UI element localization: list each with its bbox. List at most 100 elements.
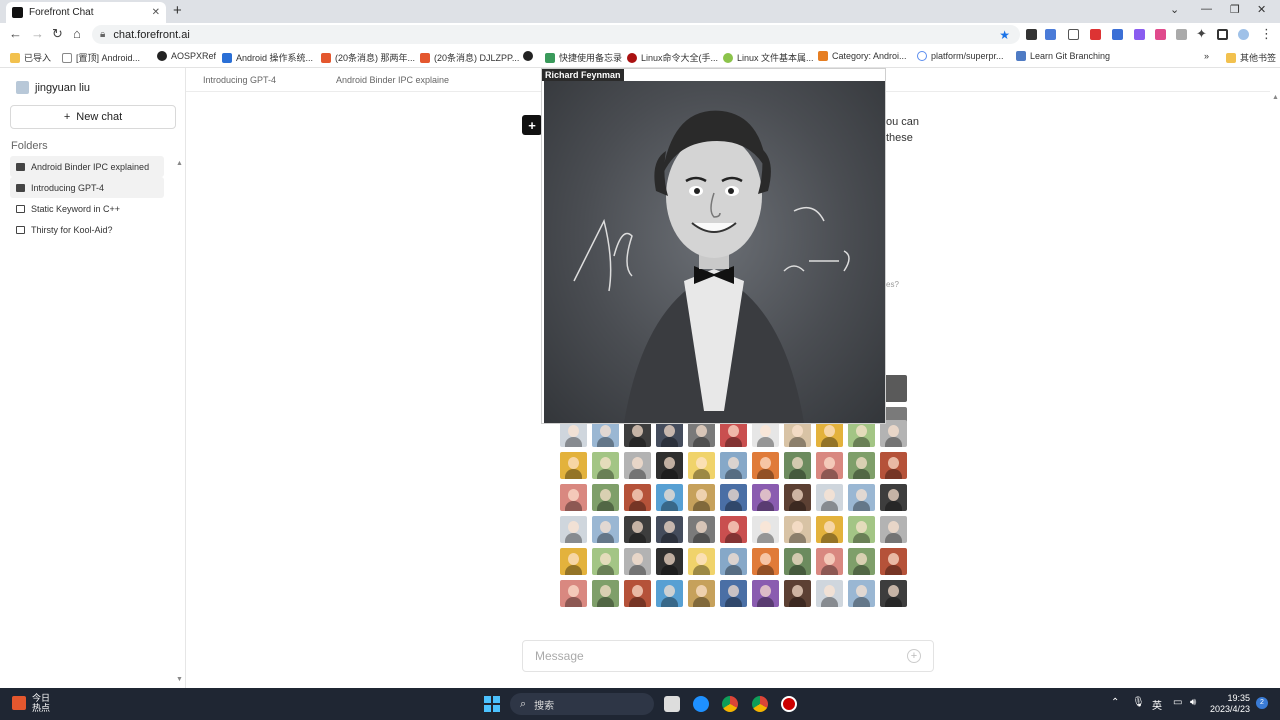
notification-icon[interactable]: 2 — [1256, 697, 1268, 709]
record-icon[interactable] — [781, 696, 797, 712]
widgets-button[interactable]: 今日 热点 — [12, 693, 50, 713]
microphone-icon[interactable]: 🎙︎ — [1132, 697, 1145, 708]
minimize-icon[interactable]: — — [1201, 3, 1212, 15]
character-avatar[interactable] — [784, 452, 811, 479]
extension-icon[interactable] — [1026, 29, 1037, 40]
character-avatar[interactable] — [592, 580, 619, 607]
extension-icon[interactable] — [1112, 29, 1123, 40]
character-avatar[interactable] — [656, 452, 683, 479]
extension-icon[interactable] — [1155, 29, 1166, 40]
character-avatar[interactable] — [656, 580, 683, 607]
character-avatar[interactable] — [752, 484, 779, 511]
scroll-up-icon[interactable]: ▲ — [1272, 94, 1279, 101]
taskbar-search[interactable]: ⌕ 搜索 — [510, 693, 654, 715]
character-avatar[interactable] — [688, 548, 715, 575]
character-avatar[interactable] — [816, 420, 843, 447]
character-avatar[interactable] — [720, 452, 747, 479]
character-avatar[interactable] — [656, 484, 683, 511]
tray-chevron-icon[interactable]: ⌃ — [1111, 697, 1119, 708]
character-avatar[interactable] — [816, 548, 843, 575]
scroll-down-icon[interactable]: ▼ — [176, 676, 183, 683]
character-avatar[interactable] — [816, 580, 843, 607]
character-avatar[interactable] — [784, 516, 811, 543]
conversation-item[interactable]: Thirsty for Kool-Aid? — [10, 219, 164, 240]
character-avatar[interactable] — [880, 452, 907, 479]
profile-avatar-icon[interactable] — [1238, 29, 1249, 40]
character-avatar[interactable] — [624, 580, 651, 607]
character-avatar[interactable] — [624, 516, 651, 543]
send-plus-icon[interactable]: + — [907, 649, 921, 663]
character-avatar[interactable] — [880, 484, 907, 511]
character-avatar[interactable] — [688, 580, 715, 607]
character-avatar[interactable] — [848, 484, 875, 511]
back-icon[interactable]: ← — [9, 26, 22, 41]
character-avatar[interactable] — [752, 580, 779, 607]
restore-icon[interactable]: ❐ — [1230, 3, 1240, 16]
scroll-up-icon[interactable]: ▲ — [176, 160, 183, 167]
bookmark-item[interactable]: 其他书签 — [1226, 51, 1276, 64]
character-avatar[interactable] — [592, 548, 619, 575]
network-icon[interactable]: ▭ — [1173, 697, 1182, 708]
character-avatar[interactable] — [880, 420, 907, 447]
bookmark-item[interactable]: Category: Androi... — [818, 51, 907, 61]
character-avatar[interactable] — [656, 548, 683, 575]
browser-tab[interactable]: Forefront Chat ✕ — [6, 2, 166, 23]
character-avatar[interactable] — [560, 420, 587, 447]
side-panel-icon[interactable] — [1217, 29, 1228, 40]
extension-icon[interactable] — [1045, 29, 1056, 40]
character-avatar[interactable] — [720, 484, 747, 511]
bookmark-item[interactable]: 快捷使用备忘录 — [545, 51, 622, 64]
main-scrollbar[interactable]: ▲ — [1270, 92, 1280, 688]
bookmarks-overflow-icon[interactable]: » — [1204, 51, 1209, 61]
character-avatar[interactable] — [848, 516, 875, 543]
bookmark-item[interactable]: 已导入 — [10, 51, 51, 64]
chat-tab[interactable]: Introducing GPT-4 — [203, 75, 276, 85]
conversation-item[interactable]: Static Keyword in C++ — [10, 198, 164, 219]
character-avatar[interactable] — [784, 420, 811, 447]
home-icon[interactable]: ⌂ — [73, 26, 81, 41]
bookmark-star-icon[interactable]: ★ — [999, 28, 1010, 42]
conversation-item[interactable]: Introducing GPT-4 — [10, 177, 164, 198]
character-avatar[interactable] — [624, 420, 651, 447]
character-avatar[interactable] — [816, 452, 843, 479]
character-avatar[interactable] — [656, 420, 683, 447]
character-avatar[interactable] — [688, 484, 715, 511]
character-avatar[interactable] — [848, 452, 875, 479]
character-avatar[interactable] — [688, 516, 715, 543]
character-avatar[interactable] — [720, 420, 747, 447]
character-avatar[interactable] — [560, 548, 587, 575]
address-bar[interactable]: 🔒︎ chat.forefront.ai ★ — [92, 25, 1020, 44]
character-avatar[interactable] — [592, 516, 619, 543]
character-avatar[interactable] — [720, 516, 747, 543]
character-avatar[interactable] — [752, 516, 779, 543]
bookmark-item[interactable]: (20条消息) 那两年... — [321, 51, 415, 64]
character-avatar[interactable] — [880, 580, 907, 607]
character-avatar[interactable] — [560, 580, 587, 607]
character-avatar[interactable] — [624, 484, 651, 511]
taskbar-clock[interactable]: 19:35 2023/4/23 — [1208, 693, 1250, 715]
extension-icon[interactable] — [1068, 29, 1079, 40]
bookmark-item[interactable]: (20条消息) DJLZPP... — [420, 51, 519, 64]
tab-search-chevron-icon[interactable]: ⌄ — [1170, 3, 1179, 16]
extensions-puzzle-icon[interactable]: ✦ — [1196, 26, 1207, 42]
windows-start-icon[interactable] — [484, 696, 500, 712]
menu-dots-icon[interactable]: ⋮ — [1260, 26, 1273, 42]
new-chat-button[interactable]: + New chat — [10, 105, 176, 129]
extension-icon[interactable] — [1176, 29, 1187, 40]
character-avatar[interactable] — [624, 452, 651, 479]
add-character-icon[interactable]: + — [522, 115, 542, 135]
character-avatar[interactable] — [816, 484, 843, 511]
volume-icon[interactable]: 🔊︎ — [1190, 697, 1196, 708]
character-avatar[interactable] — [688, 420, 715, 447]
bookmark-item[interactable]: AOSPXRef — [157, 51, 216, 61]
extension-icon[interactable] — [1090, 29, 1101, 40]
character-avatar[interactable] — [816, 516, 843, 543]
character-avatar[interactable] — [656, 516, 683, 543]
app-icon[interactable] — [693, 696, 709, 712]
character-avatar[interactable] — [848, 580, 875, 607]
conversation-item[interactable]: Android Binder IPC explained — [10, 156, 164, 177]
user-profile[interactable]: jingyuan liu — [16, 81, 90, 94]
chrome-icon[interactable] — [752, 696, 768, 712]
character-avatar[interactable] — [560, 516, 587, 543]
close-tab-icon[interactable]: ✕ — [152, 7, 160, 18]
